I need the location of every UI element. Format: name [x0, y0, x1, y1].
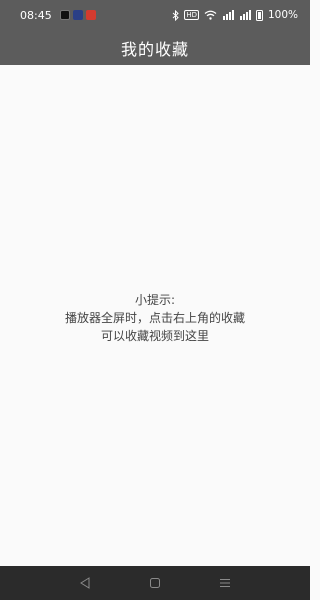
page-title: 我的收藏 [120, 39, 189, 59]
bluetooth-icon [172, 9, 180, 21]
news-app-icon [85, 10, 96, 20]
title-bar: 我的收藏 [0, 30, 310, 65]
favorites-content: 小提示: 播放器全屏时，点击右上角的收藏 可以收藏视频到这里 [0, 65, 310, 566]
tip-line-1: 小提示: [134, 293, 176, 307]
signal-icon-1 [222, 10, 234, 20]
clock: 08:45 [20, 8, 52, 22]
wifi-icon [204, 10, 217, 20]
signal-icon-2 [239, 10, 251, 20]
battery-icon [255, 9, 263, 21]
app-notification-icon [72, 10, 83, 20]
home-square-icon [150, 578, 160, 588]
status-bar: 08:45 HD 100% [0, 0, 310, 30]
hd-badge: HD [184, 10, 199, 20]
home-button[interactable] [145, 573, 165, 593]
recents-button[interactable] [215, 573, 235, 593]
tip-line-3: 可以收藏视频到这里 [100, 329, 209, 343]
back-button[interactable] [75, 573, 95, 593]
system-navigation-bar [0, 566, 310, 600]
notification-icons [59, 10, 96, 20]
menu-lines-icon [220, 579, 230, 587]
battery-percent: 100% [267, 9, 298, 21]
tiktok-app-icon [59, 10, 70, 20]
empty-tip: 小提示: 播放器全屏时，点击右上角的收藏 可以收藏视频到这里 [0, 291, 310, 345]
tip-line-2: 播放器全屏时，点击右上角的收藏 [64, 311, 245, 325]
back-triangle-icon [80, 577, 90, 589]
